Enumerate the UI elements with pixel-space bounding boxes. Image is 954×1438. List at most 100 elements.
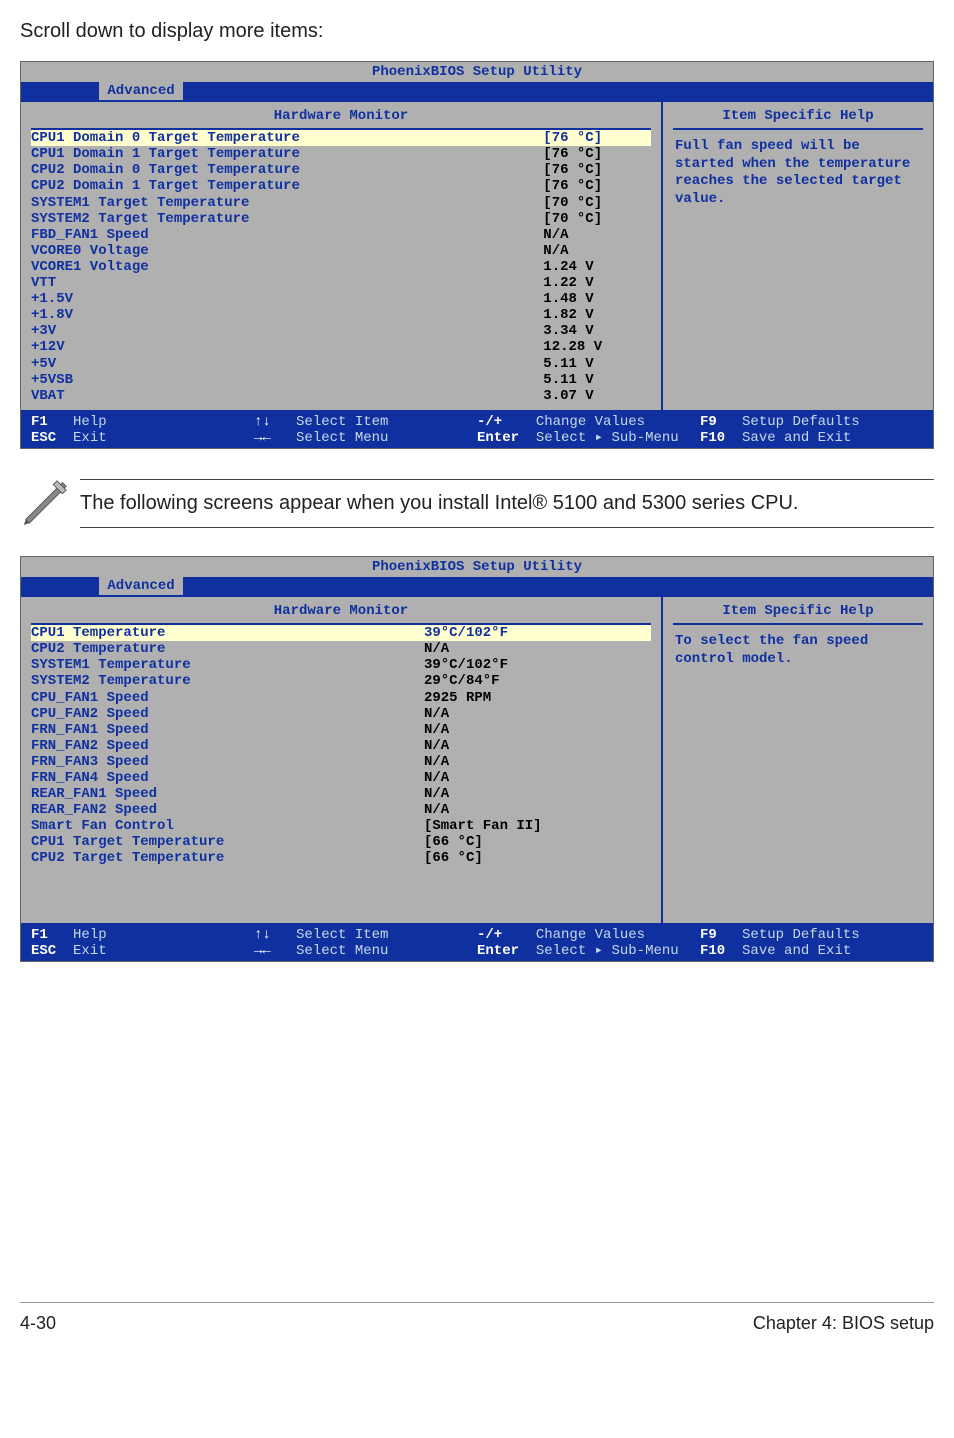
row-label: CPU2 Temperature: [31, 641, 404, 657]
table-row[interactable]: CPU2 Domain 1 Target Temperature [76 °C]: [31, 178, 651, 194]
help-panel: Item Specific Help To select the fan spe…: [663, 597, 933, 923]
footer-bar: F1 Help ESC Exit ↑↓ Select Item →← Selec…: [21, 410, 933, 448]
row-value: 2925 RPM: [424, 690, 651, 706]
row-label: SYSTEM2 Target Temperature: [31, 211, 523, 227]
key-updown: ↑↓: [254, 927, 271, 943]
key-leftright: →←: [254, 943, 271, 959]
chapter-title: Chapter 4: BIOS setup: [753, 1313, 934, 1334]
table-row[interactable]: +5VSB5.11 V: [31, 372, 651, 388]
key-leftright: →←: [254, 430, 271, 446]
table-row[interactable]: SYSTEM1 Target Temperature[70 °C]: [31, 195, 651, 211]
table-row[interactable]: FRN_FAN3 SpeedN/A: [31, 754, 651, 770]
panel-heading: Hardware Monitor: [31, 108, 651, 128]
label-exit: Exit: [73, 430, 107, 446]
table-row[interactable]: FBD_FAN1 SpeedN/A: [31, 227, 651, 243]
row-label: VCORE0 Voltage: [31, 243, 523, 259]
table-row[interactable]: VBAT 3.07 V: [31, 388, 651, 404]
table-row[interactable]: CPU_FAN1 Speed2925 RPM: [31, 690, 651, 706]
row-value: N/A: [424, 786, 651, 802]
table-row[interactable]: CPU2 Domain 0 Target Temperature[76 °C]: [31, 162, 651, 178]
key-esc: ESC: [31, 430, 56, 446]
table-row[interactable]: VCORE1 Voltage1.24 V: [31, 259, 651, 275]
table-row[interactable]: SYSTEM2 Target Temperature [70 °C]: [31, 211, 651, 227]
selected-row[interactable]: CPU1 Domain 0 Target Temperature [76 °C]: [31, 130, 651, 146]
table-row[interactable]: CPU1 Target Temperature[66 °C]: [31, 834, 651, 850]
table-row[interactable]: FRN_FAN2 Speed N/A: [31, 738, 651, 754]
row-label: +1.8V: [31, 307, 523, 323]
row-value: [66 °C]: [424, 850, 651, 866]
left-panel: Hardware Monitor CPU1 Temperature 39°C/1…: [21, 597, 663, 923]
row-label: REAR_FAN1 Speed: [31, 786, 404, 802]
table-row[interactable]: SYSTEM1 Temperature39°C/102°F: [31, 657, 651, 673]
menubar: Advanced: [21, 577, 933, 595]
row-value: 12.28 V: [543, 339, 651, 355]
row-label: Smart Fan Control: [31, 818, 404, 834]
row-value: N/A: [424, 722, 651, 738]
row-value: N/A: [424, 738, 651, 754]
row-label: CPU2 Domain 0 Target Temperature: [31, 162, 523, 178]
label-exit: Exit: [73, 943, 107, 959]
selected-row[interactable]: CPU1 Temperature 39°C/102°F: [31, 625, 651, 641]
row-value: 39°C/102°F: [424, 625, 651, 641]
page-footer: 4-30 Chapter 4: BIOS setup: [20, 1302, 934, 1334]
label-selectmenu: Select Menu: [296, 943, 388, 959]
table-row[interactable]: CPU1 Domain 1 Target Temperature[76 °C]: [31, 146, 651, 162]
row-value: [70 °C]: [543, 211, 651, 227]
table-row[interactable]: Smart Fan Control[Smart Fan II]: [31, 818, 651, 834]
row-value: N/A: [543, 243, 651, 259]
fields-table: CPU1 Temperature 39°C/102°F CPU2 Tempera…: [31, 625, 651, 866]
footer-bar: F1 Help ESC Exit ↑↓ Select Item →← Selec…: [21, 923, 933, 961]
menubar: Advanced: [21, 82, 933, 100]
table-row[interactable]: CPU2 TemperatureN/A: [31, 641, 651, 657]
table-row[interactable]: +1.5V1.48 V: [31, 291, 651, 307]
table-row[interactable]: SYSTEM2 Temperature 29°C/84°F: [31, 673, 651, 689]
table-row[interactable]: REAR_FAN1 Speed N/A: [31, 786, 651, 802]
table-row[interactable]: +12V12.28 V: [31, 339, 651, 355]
row-label: FRN_FAN2 Speed: [31, 738, 404, 754]
row-label: CPU1 Target Temperature: [31, 834, 404, 850]
help-panel: Item Specific Help Full fan speed will b…: [663, 102, 933, 410]
row-value: 1.22 V: [543, 275, 651, 291]
row-value: N/A: [424, 706, 651, 722]
key-f1: F1: [31, 414, 48, 430]
table-row[interactable]: +5V5.11 V: [31, 356, 651, 372]
row-value: 1.24 V: [543, 259, 651, 275]
label-save: Save and Exit: [742, 430, 851, 446]
row-value: [76 °C]: [543, 130, 651, 146]
table-row[interactable]: REAR_FAN2 SpeedN/A: [31, 802, 651, 818]
row-label: SYSTEM2 Temperature: [31, 673, 404, 689]
bios-title: PhoenixBIOS Setup Utility: [21, 557, 933, 577]
table-row[interactable]: FRN_FAN1 SpeedN/A: [31, 722, 651, 738]
key-plusminus: -/+: [477, 927, 502, 943]
row-value: 29°C/84°F: [424, 673, 651, 689]
label-defaults: Setup Defaults: [742, 414, 860, 430]
table-row[interactable]: FRN_FAN4 SpeedN/A: [31, 770, 651, 786]
key-esc: ESC: [31, 943, 56, 959]
bios-screenshot-2: PhoenixBIOS Setup Utility Advanced Hardw…: [20, 556, 934, 962]
table-row[interactable]: CPU2 Target Temperature[66 °C]: [31, 850, 651, 866]
table-row[interactable]: VTT1.22 V: [31, 275, 651, 291]
row-label: +1.5V: [31, 291, 523, 307]
tab-advanced[interactable]: Advanced: [99, 577, 182, 595]
key-enter: Enter: [477, 943, 519, 959]
label-selectitem: Select Item: [296, 414, 388, 430]
row-label: CPU1 Domain 0 Target Temperature: [31, 130, 523, 146]
table-row[interactable]: +3V3.34 V: [31, 323, 651, 339]
table-row[interactable]: CPU_FAN2 SpeedN/A: [31, 706, 651, 722]
row-label: +3V: [31, 323, 523, 339]
row-label: VBAT: [31, 388, 523, 404]
row-value: 39°C/102°F: [424, 657, 651, 673]
row-label: +5VSB: [31, 372, 523, 388]
label-help: Help: [73, 414, 107, 430]
left-panel: Hardware Monitor CPU1 Domain 0 Target Te…: [21, 102, 663, 410]
row-value: N/A: [424, 770, 651, 786]
label-submenu: Select ▸ Sub-Menu: [536, 943, 679, 959]
row-value: 3.07 V: [543, 388, 651, 404]
tab-advanced[interactable]: Advanced: [99, 82, 182, 100]
table-row[interactable]: +1.8V1.82 V: [31, 307, 651, 323]
row-label: REAR_FAN2 Speed: [31, 802, 404, 818]
row-value: [76 °C]: [543, 178, 651, 194]
table-row[interactable]: VCORE0 Voltage N/A: [31, 243, 651, 259]
row-label: CPU2 Domain 1 Target Temperature: [31, 178, 523, 194]
help-text: Full fan speed will be started when the …: [673, 130, 923, 216]
